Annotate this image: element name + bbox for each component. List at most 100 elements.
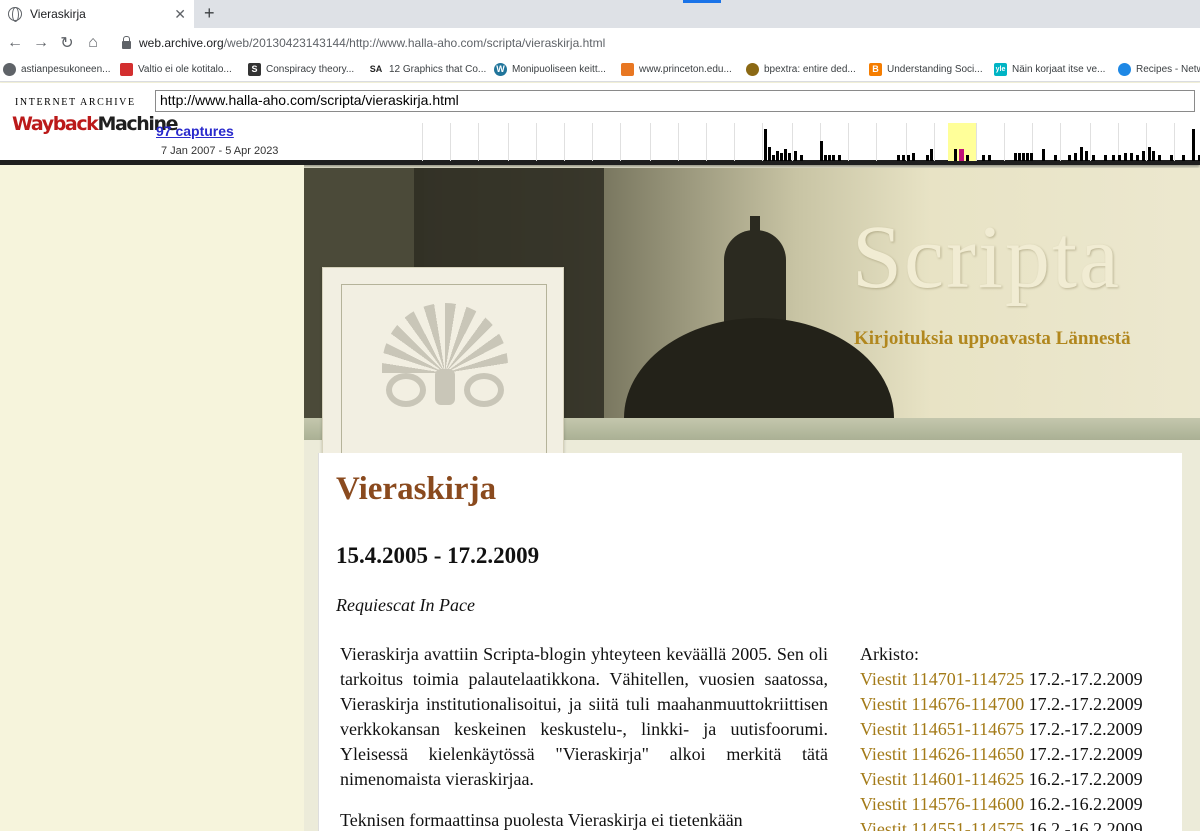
lock-icon[interactable]	[122, 36, 131, 49]
histogram-bar[interactable]	[764, 129, 767, 161]
archive-link[interactable]: Viestit 114676-114700	[860, 694, 1024, 714]
capture-histogram[interactable]	[422, 123, 1200, 161]
histogram-bar[interactable]	[902, 155, 905, 161]
histogram-bar[interactable]	[1124, 153, 1127, 161]
histogram-bar[interactable]	[1170, 155, 1173, 161]
bookmark-item[interactable]: Recipes - Netw	[1118, 63, 1200, 76]
histogram-bar[interactable]	[1092, 155, 1095, 161]
histogram-bar[interactable]	[1136, 155, 1139, 161]
histogram-bar[interactable]	[988, 155, 991, 161]
histogram-bar[interactable]	[1054, 155, 1057, 161]
histogram-bar[interactable]	[1118, 155, 1121, 161]
archive-dates: 17.2.-17.2.2009	[1028, 669, 1143, 689]
back-icon[interactable]: ←	[2, 34, 28, 52]
new-tab-button[interactable]: +	[204, 3, 215, 24]
histogram-bar[interactable]	[1026, 153, 1029, 161]
histogram-bar[interactable]	[1148, 147, 1151, 161]
histogram-bar[interactable]	[794, 151, 797, 161]
histogram-bar[interactable]	[1022, 153, 1025, 161]
histogram-bar[interactable]	[1192, 129, 1195, 161]
histogram-bar[interactable]	[1018, 153, 1021, 161]
histogram-bar[interactable]	[1068, 155, 1071, 161]
archive-link[interactable]: Viestit 114576-114600	[860, 794, 1024, 814]
captures-link[interactable]: 97 captures	[156, 123, 234, 139]
histogram-bar[interactable]	[930, 149, 933, 161]
globe-icon	[3, 63, 16, 76]
archive-link[interactable]: Viestit 114601-114625	[860, 769, 1024, 789]
histogram-bar[interactable]	[800, 155, 803, 161]
reload-icon[interactable]: ↻	[54, 33, 80, 53]
histogram-bar[interactable]	[1130, 153, 1133, 161]
histogram-bar[interactable]	[966, 155, 969, 161]
bookmark-item[interactable]: bpextra: entire ded...	[746, 63, 856, 76]
bookmark-item[interactable]: www.princeton.edu...	[621, 63, 732, 76]
histogram-bar[interactable]	[772, 155, 775, 161]
histogram-bar[interactable]	[1085, 151, 1088, 161]
tab-vieraskirja[interactable]: Vieraskirja ✕	[0, 0, 194, 28]
histogram-bar[interactable]	[784, 149, 787, 161]
address-bar[interactable]: web.archive.org/web/20130423143144/http:…	[139, 36, 605, 50]
histogram-bar[interactable]	[1074, 153, 1077, 161]
bookmark-item[interactable]: B Understanding Soci...	[869, 63, 983, 76]
histogram-bar[interactable]	[907, 155, 910, 161]
histogram-bar[interactable]	[1142, 151, 1145, 161]
tagline: Requiescat In Pace	[336, 595, 475, 615]
histogram-divider	[976, 123, 977, 161]
forward-icon[interactable]: →	[28, 34, 54, 52]
histogram-bar[interactable]	[1042, 149, 1045, 161]
histogram-bar[interactable]	[838, 155, 841, 161]
histogram-bar[interactable]	[824, 155, 827, 161]
histogram-bar[interactable]	[832, 155, 835, 161]
bookmark-item[interactable]: W Monipuoliseen keitt...	[494, 63, 606, 76]
dome-lantern	[724, 230, 786, 330]
bookmark-item[interactable]: SA 12 Graphics that Co...	[368, 63, 486, 76]
home-icon[interactable]: ⌂	[80, 34, 106, 52]
histogram-bar[interactable]	[954, 149, 957, 161]
close-icon[interactable]: ✕	[174, 6, 186, 23]
histogram-bar[interactable]	[780, 153, 783, 161]
archive-item: Viestit 114701-114725 17.2.-17.2.2009	[860, 667, 1143, 692]
archive-dates: 16.2.-16.2.2009	[1028, 819, 1143, 831]
main-content: Vieraskirja 15.4.2005 - 17.2.2009 Requie…	[318, 453, 1182, 831]
histogram-bar[interactable]	[1152, 151, 1155, 161]
archive-dates: 17.2.-17.2.2009	[1028, 719, 1143, 739]
tab-title: Vieraskirja	[30, 7, 86, 21]
histogram-bar[interactable]	[1182, 155, 1185, 161]
histogram-bar[interactable]	[1014, 153, 1017, 161]
archive-link[interactable]: Viestit 114551-114575	[860, 819, 1024, 831]
archive-link[interactable]: Viestit 114701-114725	[860, 669, 1024, 689]
site-title[interactable]: Scripta	[852, 206, 1121, 309]
histogram-bar[interactable]	[776, 151, 779, 161]
date-range-heading: 15.4.2005 - 17.2.2009	[336, 543, 540, 568]
wayback-machine-logo[interactable]: WaybackMachine	[12, 109, 178, 139]
histogram-divider	[848, 123, 849, 161]
histogram-bar[interactable]	[982, 155, 985, 161]
archive-item: Viestit 114676-114700 17.2.-17.2.2009	[860, 692, 1143, 717]
histogram-bar[interactable]	[1080, 147, 1083, 161]
histogram-bar[interactable]	[912, 153, 915, 161]
histogram-bar[interactable]	[926, 155, 929, 161]
histogram-divider	[650, 123, 651, 161]
histogram-bar[interactable]	[1030, 153, 1033, 161]
histogram-bar[interactable]	[788, 153, 791, 161]
archive-link[interactable]: Viestit 114626-114650	[860, 744, 1024, 764]
archive-link[interactable]: Viestit 114651-114675	[860, 719, 1024, 739]
bookmark-item[interactable]: yle Näin korjaat itse ve...	[994, 63, 1105, 76]
histogram-bar[interactable]	[820, 141, 823, 161]
bookmark-label: Valtio ei ole kotitalo...	[138, 64, 232, 75]
bookmark-item[interactable]: astianpesukoneen...	[3, 63, 111, 76]
archive-item: Viestit 114576-114600 16.2.-16.2.2009	[860, 792, 1143, 817]
histogram-bar[interactable]	[1112, 155, 1115, 161]
wayback-url-input[interactable]: http://www.halla-aho.com/scripta/vierask…	[155, 90, 1195, 112]
bookmark-item[interactable]: S Conspiracy theory...	[248, 63, 354, 76]
histogram-bar[interactable]	[828, 155, 831, 161]
histogram-divider	[734, 123, 735, 161]
bookmark-item[interactable]: Valtio ei ole kotitalo...	[120, 63, 232, 76]
histogram-divider	[1060, 123, 1061, 161]
histogram-bar[interactable]	[1104, 155, 1107, 161]
histogram-bar[interactable]	[1158, 155, 1161, 161]
histogram-bar[interactable]	[768, 147, 771, 161]
current-capture-bar[interactable]	[959, 149, 964, 161]
histogram-bar[interactable]	[897, 155, 900, 161]
histogram-divider	[762, 123, 763, 161]
